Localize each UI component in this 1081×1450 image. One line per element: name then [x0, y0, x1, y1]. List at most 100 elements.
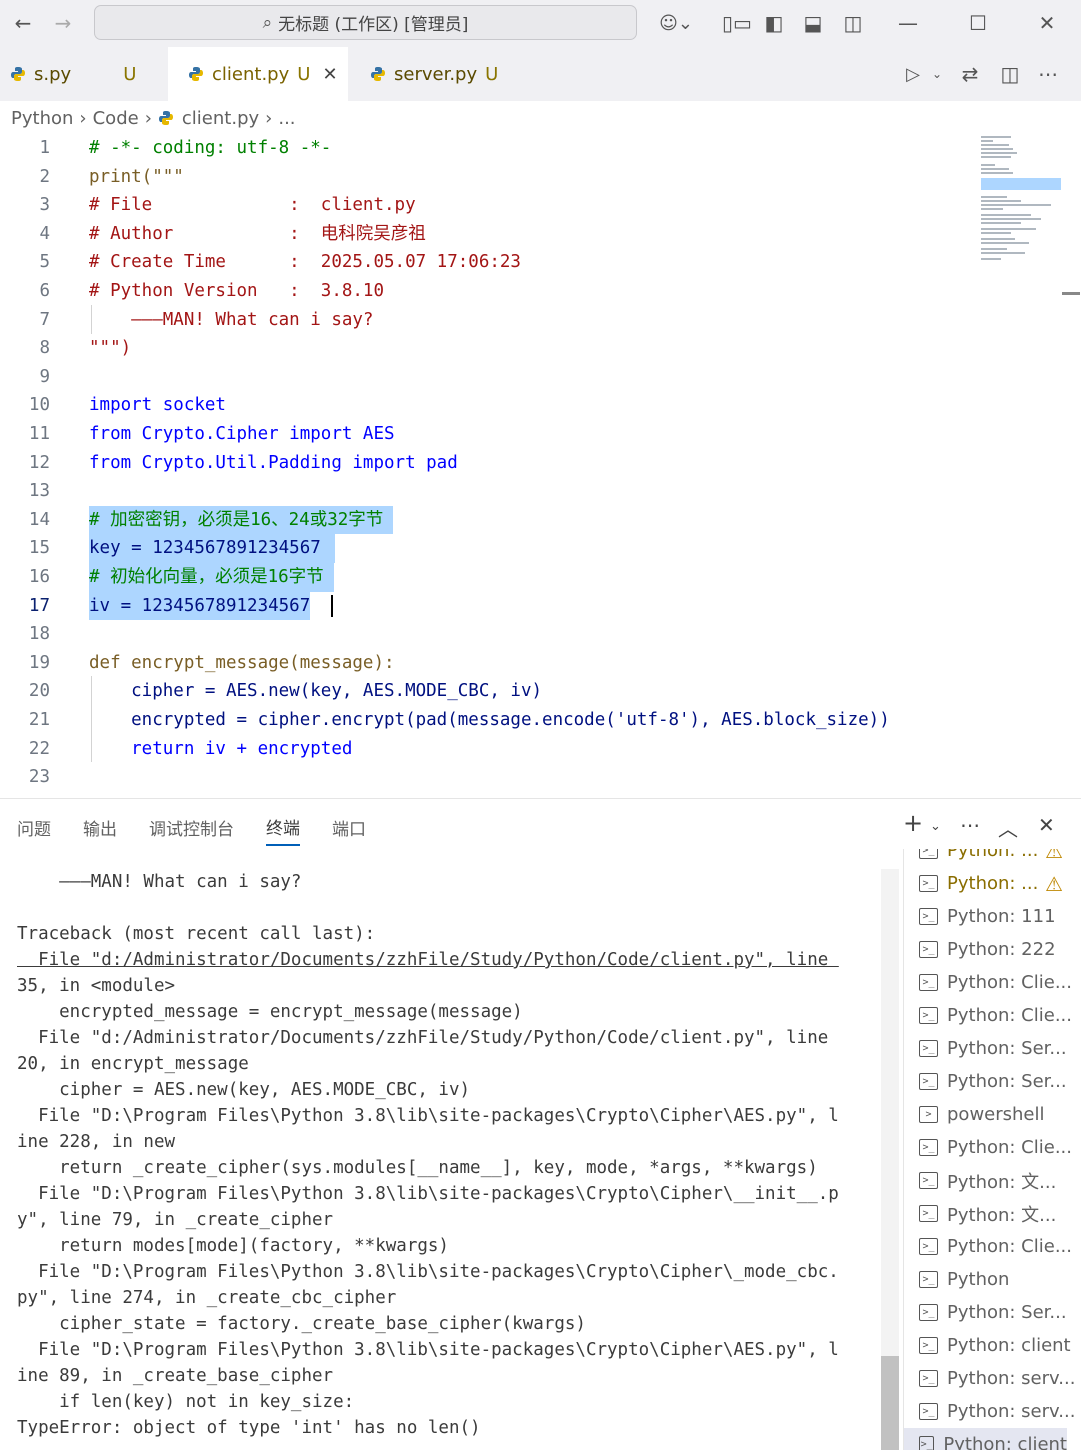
toggle-panel-icon[interactable]: ⬓ [798, 9, 828, 37]
terminal-line: y", line 79, in _create_cipher [17, 1210, 334, 1230]
terminal-list-item[interactable]: >_ Python: Ser... [919, 1065, 1067, 1098]
compare-changes-icon[interactable]: ⇄ [955, 60, 985, 88]
copilot-icon[interactable]: ☺⌄ [654, 9, 698, 37]
terminal-list-item-active[interactable]: >_ Python: client [904, 1428, 1067, 1450]
code-line: 19 def encrypt_message(message): [28, 652, 395, 673]
terminal-line: if len(key) not in key_size: [17, 1392, 355, 1412]
tab-output[interactable]: 输出 [83, 810, 117, 845]
terminal-list-item[interactable]: >_ Python: Clie... [919, 1230, 1072, 1263]
search-icon: ⌕ [262, 12, 273, 33]
command-center[interactable]: ⌕ 无标题 (工作区) [管理员] [94, 5, 637, 40]
code-line: 7 ———MAN! What can i say? [39, 309, 374, 330]
minimize-icon[interactable]: — [893, 9, 923, 37]
terminal-scroll-thumb[interactable] [881, 1356, 899, 1450]
title-bar: ← → ⌕ 无标题 (工作区) [管理员] ☺⌄ ▯▭ ◧ ⬓ ◫ — ☐ ✕ [0, 0, 1081, 47]
close-window-icon[interactable]: ✕ [1032, 9, 1062, 37]
terminal-list-item[interactable]: >_ Python: Clie... [919, 966, 1072, 999]
code-line: 1 # -*- coding: utf-8 -*- [39, 138, 332, 158]
terminal-line: File "D:\Program Files\Python 3.8\lib\si… [17, 1262, 839, 1282]
terminal-list-item[interactable]: >_ Python: Clie... [919, 1131, 1072, 1164]
terminal-line: py", line 274, in _create_cbc_cipher [17, 1288, 397, 1308]
python-file-icon [371, 67, 385, 81]
terminal-list-item[interactable]: >_ Python: 文... [919, 1197, 1056, 1230]
code-line-selected: 16 # 初始化向量，必须是16字节 [0, 563, 972, 592]
more-actions-icon[interactable]: ⋯ [960, 813, 980, 837]
terminal-list-item[interactable]: >_ Python: Ser... [919, 1296, 1067, 1329]
terminal-list-item[interactable]: >_ Python: client [919, 1329, 1071, 1362]
terminal-line: return _create_cipher(sys.modules[__name… [17, 1158, 818, 1178]
chevron-right-icon: › [79, 107, 87, 129]
breadcrumb-item[interactable]: Code [93, 108, 139, 129]
terminal-line: File "D:\Program Files\Python 3.8\lib\si… [17, 1184, 839, 1204]
tab-label: client.py [212, 63, 290, 85]
terminal-icon: >_ [919, 1370, 938, 1387]
terminal-list-item[interactable]: >_ Python: 文... [919, 1164, 1056, 1197]
maximize-icon[interactable]: ☐ [963, 9, 993, 37]
code-line: 21 encrypted = cipher.encrypt(pad(messag… [28, 710, 890, 730]
terminal-line: 20, in encrypt_message [17, 1054, 249, 1074]
toggle-secondary-sidebar-icon[interactable]: ◫ [838, 9, 868, 37]
split-editor-icon[interactable]: ◫ [995, 60, 1025, 88]
close-panel-icon[interactable]: ✕ [1038, 813, 1055, 837]
terminal-line: ine 228, in new [17, 1132, 176, 1152]
code-line-selected: 15 key = 1234567891234567 [0, 534, 972, 563]
layout-customize-icon[interactable]: ▯▭ [722, 9, 752, 37]
terminal-icon: >_ [919, 908, 938, 925]
breadcrumb: Python › Code › client.py › ... [0, 101, 1081, 135]
terminal-icon: >_ [919, 1304, 938, 1321]
back-arrow-icon[interactable]: ← [8, 9, 38, 37]
maximize-panel-icon[interactable]: ︿ [998, 813, 1018, 842]
warning-icon: ⚠ [1045, 849, 1063, 863]
breadcrumb-item[interactable]: Python [11, 108, 73, 129]
breadcrumb-item[interactable]: client.py [182, 108, 259, 129]
terminal-list-item[interactable]: >_ Python [919, 1263, 1009, 1296]
warning-icon: ⚠ [1045, 871, 1063, 896]
code-line: 6 # Python Version : 3.8.10 [39, 281, 385, 301]
terminal-list-item[interactable]: >_ Python: ... ⚠ [919, 867, 1063, 900]
tab-client-py[interactable]: client.py U ✕ [168, 47, 348, 101]
code-line: 23 [28, 767, 50, 788]
code-line: 9 [39, 366, 50, 387]
more-actions-icon[interactable]: ⋯ [1033, 60, 1063, 88]
tab-ports[interactable]: 端口 [332, 810, 366, 845]
code-line: 12 from Crypto.Util.Padding import pad [28, 452, 458, 473]
close-tab-icon[interactable]: ✕ [322, 64, 337, 85]
terminal-list-item[interactable]: >_ Python: serv... [919, 1395, 1075, 1428]
breadcrumb-item[interactable]: ... [278, 108, 295, 129]
terminal-icon: >_ [919, 1337, 938, 1354]
tab-problems[interactable]: 问题 [17, 810, 51, 845]
terminal-icon: >_ [919, 849, 938, 859]
terminal-line: cipher_state = factory._create_base_ciph… [17, 1314, 586, 1334]
terminal-list-item[interactable]: >_ Python: Clie... [919, 999, 1072, 1032]
code-line: 3 # File : client.py [39, 195, 416, 216]
tab-server-py[interactable]: server.py U [350, 47, 536, 101]
tab-debug-console[interactable]: 调试控制台 [149, 810, 234, 845]
tab-s-py[interactable]: s.py U [0, 47, 166, 101]
terminal-dropdown-icon[interactable]: ⌄ [930, 819, 941, 834]
terminal-line: ———MAN! What can i say? [17, 872, 302, 892]
terminal-list-item[interactable]: >_ Python: Ser... [919, 1032, 1067, 1065]
terminal-link[interactable]: File "d:/Administrator/Documents/zzhFile… [17, 947, 887, 973]
terminal-list-item[interactable]: >_ Python: 222 [919, 933, 1056, 966]
terminal-output[interactable]: ———MAN! What can i say? Traceback (most … [17, 869, 887, 1441]
minimap[interactable] [976, 134, 1080, 798]
code-editor[interactable]: 1 # -*- coding: utf-8 -*- 2 print(""" 3 # F… [0, 134, 972, 798]
terminal-list-item[interactable]: > powershell [919, 1098, 1045, 1131]
editor-tab-bar: s.py U client.py U ✕ server.py U ▷ ⌄ ⇄ ◫… [0, 47, 1081, 101]
terminal-icon: >_ [919, 1205, 938, 1222]
code-line: 13 [28, 481, 50, 502]
new-terminal-icon[interactable]: + [903, 809, 923, 837]
terminal-list-item[interactable]: >_ Python: ... ⚠ [919, 849, 1063, 867]
python-file-icon [11, 67, 25, 81]
code-line: 4 # Author : 电科院吴彦祖 [39, 223, 426, 244]
panel-tabs: 问题 输出 调试控制台 终端 端口 [0, 799, 900, 855]
terminal-line: TypeError: object of type 'int' has no l… [17, 1418, 481, 1438]
toggle-sidebar-icon[interactable]: ◧ [759, 9, 789, 37]
run-dropdown-icon[interactable]: ⌄ [922, 60, 952, 88]
terminal-list-item[interactable]: >_ Python: 111 [919, 900, 1056, 933]
forward-arrow-icon[interactable]: → [48, 9, 78, 37]
terminal-icon: >_ [919, 1040, 938, 1057]
tab-terminal[interactable]: 终端 [266, 809, 300, 846]
chevron-right-icon: › [144, 107, 152, 129]
terminal-list-item[interactable]: >_ Python: serv... [919, 1362, 1075, 1395]
